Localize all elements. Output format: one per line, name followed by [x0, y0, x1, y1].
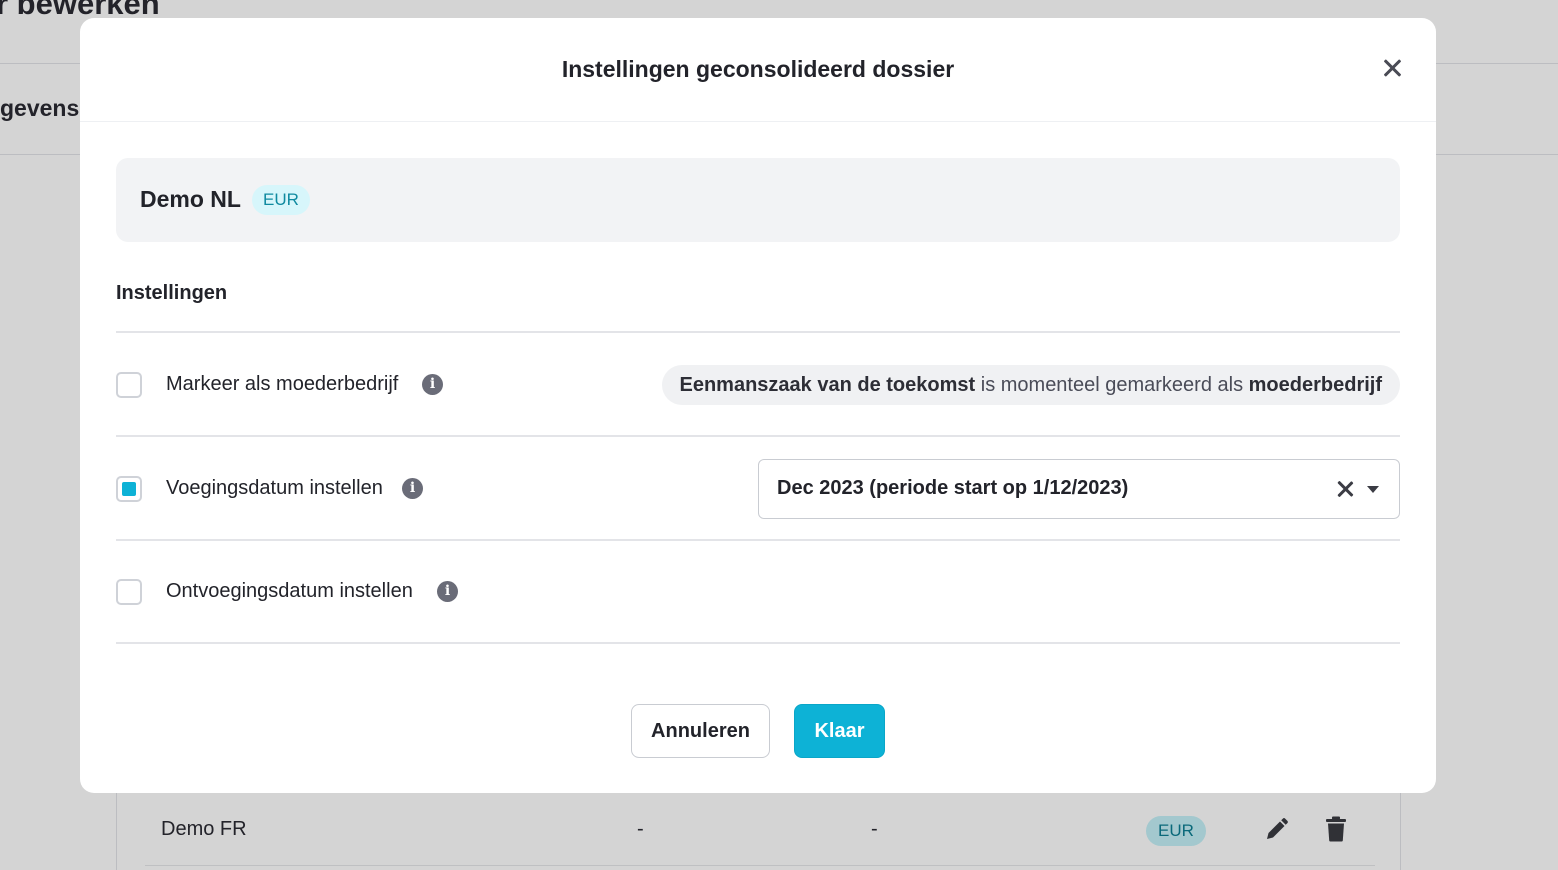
company-name: Demo NL [140, 186, 241, 212]
info-icon[interactable]: i [402, 478, 423, 499]
setting-label: Voegingsdatum instellen [166, 477, 383, 499]
setting-label: Ontvoegingsdatum instellen [166, 580, 413, 602]
company-card: Demo NL EUR [116, 158, 1400, 242]
done-button[interactable]: Klaar [794, 704, 885, 758]
close-icon[interactable] [1380, 56, 1404, 80]
setting-row-join-date: Voegingsdatum instellen i Dec 2023 (peri… [116, 459, 1400, 519]
divider [116, 642, 1400, 644]
section-title: Instellingen [116, 282, 228, 304]
notice-entity: Eenmanszaak van de toekomst [679, 374, 976, 396]
setting-row-parent-company: Markeer als moederbedrijf i Eenmanszaak … [116, 355, 1400, 415]
parent-company-notice: Eenmanszaak van de toekomst is momenteel… [661, 365, 1400, 405]
leave-date-checkbox[interactable] [116, 579, 142, 605]
cancel-button[interactable]: Annuleren [631, 704, 770, 758]
join-date-select[interactable]: Dec 2023 (periode start op 1/12/2023) [758, 459, 1400, 519]
divider [116, 539, 1400, 541]
divider [116, 435, 1400, 437]
notice-role: moederbedrijf [1248, 374, 1382, 396]
divider [116, 331, 1400, 333]
modal-title: Instellingen geconsolideerd dossier [561, 56, 955, 82]
join-date-checkbox[interactable] [116, 476, 142, 502]
select-value: Dec 2023 (periode start op 1/12/2023) [777, 477, 1129, 499]
modal-header: Instellingen geconsolideerd dossier [80, 18, 1436, 122]
notice-text: is momenteel gemarkeerd als [975, 374, 1249, 396]
parent-company-checkbox[interactable] [116, 372, 142, 398]
currency-badge: EUR [252, 185, 310, 215]
info-icon[interactable]: i [437, 581, 458, 602]
setting-row-leave-date: Ontvoegingsdatum instellen i [116, 562, 1400, 622]
settings-modal: Instellingen geconsolideerd dossier Demo… [80, 18, 1436, 793]
chevron-down-icon[interactable] [1367, 486, 1379, 493]
setting-label: Markeer als moederbedrijf [166, 373, 399, 395]
info-icon[interactable]: i [422, 374, 443, 395]
clear-icon[interactable] [1335, 479, 1355, 499]
